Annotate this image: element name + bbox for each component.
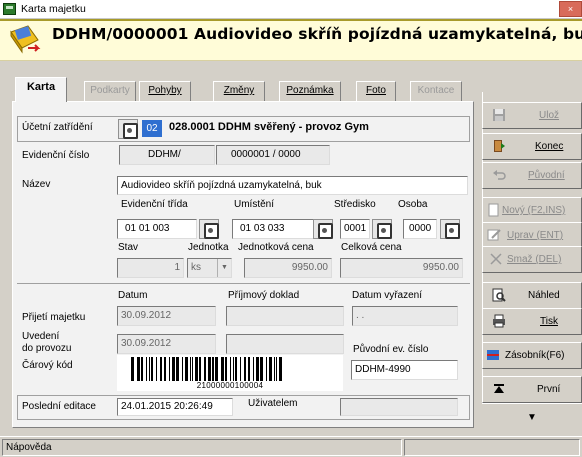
more-buttons-scroller[interactable]: ▼ bbox=[482, 403, 582, 428]
edit-button[interactable]: Uprav (ENT) bbox=[482, 222, 582, 249]
posledni-editace-value: 24.01.2015 20:26:49 bbox=[117, 398, 233, 416]
barcode-icon bbox=[131, 357, 282, 381]
status-panel bbox=[404, 439, 580, 456]
datum-vyrazeni-input: . . bbox=[352, 306, 458, 326]
jednotka-select: ks ▼ bbox=[187, 258, 232, 278]
puvodni-ev-cislo-label: Původní ev. číslo bbox=[353, 344, 429, 355]
jednotkova-cena-input: 9950.00 bbox=[244, 258, 332, 278]
floppy-icon bbox=[493, 109, 505, 121]
tab-kontace[interactable]: Kontace bbox=[410, 81, 462, 101]
uzivatelem-value bbox=[340, 398, 458, 416]
evidencni-trida-label: Evidenční třída bbox=[121, 199, 188, 210]
evidencni-cislo-prefix: DDHM/ bbox=[119, 145, 215, 165]
umisteni-picker-icon[interactable] bbox=[313, 219, 333, 239]
uzivatelem-label: Uživatelem bbox=[248, 398, 298, 409]
prijeti-majetku-date: 30.09.2012 bbox=[117, 306, 216, 326]
osoba-picker-icon[interactable] bbox=[440, 219, 460, 239]
preview-button[interactable]: Náhled bbox=[482, 282, 582, 309]
umisteni-label: Umístění bbox=[234, 199, 275, 210]
first-record-icon bbox=[494, 384, 504, 393]
stredisko-label: Středisko bbox=[334, 199, 376, 210]
exit-button[interactable]: Konec bbox=[482, 133, 582, 160]
jednotka-label: Jednotka bbox=[188, 242, 229, 253]
evidencni-cislo-label: Evidenční číslo bbox=[22, 150, 90, 161]
evidencni-cislo-number: 0000001 / 0000 bbox=[216, 145, 330, 165]
stav-label: Stav bbox=[118, 242, 139, 253]
banner-title: DDHM/0000001 Audiovideo skříň pojízdná u… bbox=[52, 25, 582, 43]
stack-button[interactable]: Zásobník(F6) bbox=[482, 342, 582, 369]
ucetni-zatrideni-value: 028.0001 DDHM svěřený - provoz Gym bbox=[169, 121, 369, 133]
osoba-input[interactable]: 0000 bbox=[403, 219, 437, 239]
title-bar bbox=[0, 0, 582, 19]
ucetni-zatrideni-picker-icon[interactable] bbox=[118, 119, 138, 139]
prijeti-majetku-label: Přijetí majetku bbox=[22, 312, 86, 323]
new-document-icon bbox=[488, 203, 499, 217]
evidencni-trida-picker-icon[interactable] bbox=[199, 219, 219, 239]
datum-column-label: Datum bbox=[118, 290, 148, 301]
tab-zmeny[interactable]: Změny bbox=[213, 81, 265, 101]
evidencni-trida-input[interactable]: 01 01 003 bbox=[117, 219, 197, 239]
datum-vyrazeni-column-label: Datum vyřazení bbox=[352, 290, 423, 301]
stav-input: 1 bbox=[117, 258, 184, 278]
carovy-kod-label: Čárový kód bbox=[22, 360, 73, 371]
uvedeni-label-line2: do provozu bbox=[22, 343, 72, 354]
stack-icon bbox=[487, 350, 499, 360]
nazev-input[interactable]: Audiovideo skříň pojízdná uzamykatelná, … bbox=[117, 176, 468, 195]
uvedeni-date: 30.09.2012 bbox=[117, 334, 216, 354]
stredisko-input[interactable]: 0001 bbox=[340, 219, 370, 239]
tab-poznamka[interactable]: Poznámka bbox=[279, 81, 341, 101]
chevron-down-icon: ▼ bbox=[217, 259, 231, 277]
nazev-label: Název bbox=[22, 179, 51, 190]
barcode-number: 21000000100004 bbox=[196, 381, 264, 390]
close-button[interactable]: × bbox=[559, 1, 582, 17]
osoba-label: Osoba bbox=[398, 199, 428, 210]
tab-karta[interactable]: Karta bbox=[15, 77, 67, 102]
divider bbox=[17, 283, 470, 284]
edit-icon bbox=[487, 229, 501, 241]
undo-icon bbox=[493, 170, 506, 180]
celkova-cena-label: Celková cena bbox=[341, 242, 402, 253]
ucetni-zatrideni-code: 02 bbox=[142, 120, 162, 137]
celkova-cena-input: 9950.00 bbox=[340, 258, 463, 278]
ucetni-zatrideni-label: Účetní zatřídění bbox=[22, 122, 93, 133]
uvedeni-doklad-input bbox=[226, 334, 344, 354]
chevron-down-icon[interactable]: ▼ bbox=[527, 412, 537, 423]
app-icon bbox=[3, 3, 16, 15]
puvodni-ev-cislo-input[interactable]: DDHM-4990 bbox=[351, 360, 458, 380]
folder-card-icon bbox=[10, 25, 41, 54]
tab-pohyby[interactable]: Pohyby bbox=[139, 81, 191, 101]
window-title: Karta majetku bbox=[21, 3, 86, 15]
uvedeni-label-line1: Uvedení bbox=[22, 331, 60, 342]
original-button[interactable]: Původní bbox=[482, 162, 582, 189]
new-button[interactable]: Nový (F2,INS) bbox=[482, 197, 582, 224]
print-button[interactable]: Tisk bbox=[482, 308, 582, 335]
jednotka-value: ks bbox=[191, 262, 201, 273]
exit-door-icon bbox=[494, 140, 505, 152]
status-help-text: Nápověda bbox=[2, 439, 402, 456]
tab-podkarty[interactable]: Podkarty bbox=[84, 81, 136, 101]
stredisko-picker-icon[interactable] bbox=[372, 219, 392, 239]
umisteni-input[interactable]: 01 03 033 bbox=[232, 219, 314, 239]
preview-icon bbox=[492, 288, 506, 302]
save-button[interactable]: Ulož bbox=[482, 102, 582, 129]
barcode-box: 21000000100004 bbox=[117, 355, 343, 391]
printer-icon bbox=[493, 314, 505, 328]
prijmovy-doklad-column-label: Příjmový doklad bbox=[228, 290, 300, 301]
first-record-button[interactable]: První bbox=[482, 376, 582, 403]
posledni-editace-label: Poslední editace bbox=[22, 401, 96, 412]
delete-x-icon bbox=[490, 253, 502, 265]
prijmovy-doklad-input bbox=[226, 306, 344, 326]
jednotkova-cena-label: Jednotková cena bbox=[238, 242, 314, 253]
tab-foto[interactable]: Foto bbox=[356, 81, 396, 101]
delete-button[interactable]: Smaž (DEL) bbox=[482, 246, 582, 273]
